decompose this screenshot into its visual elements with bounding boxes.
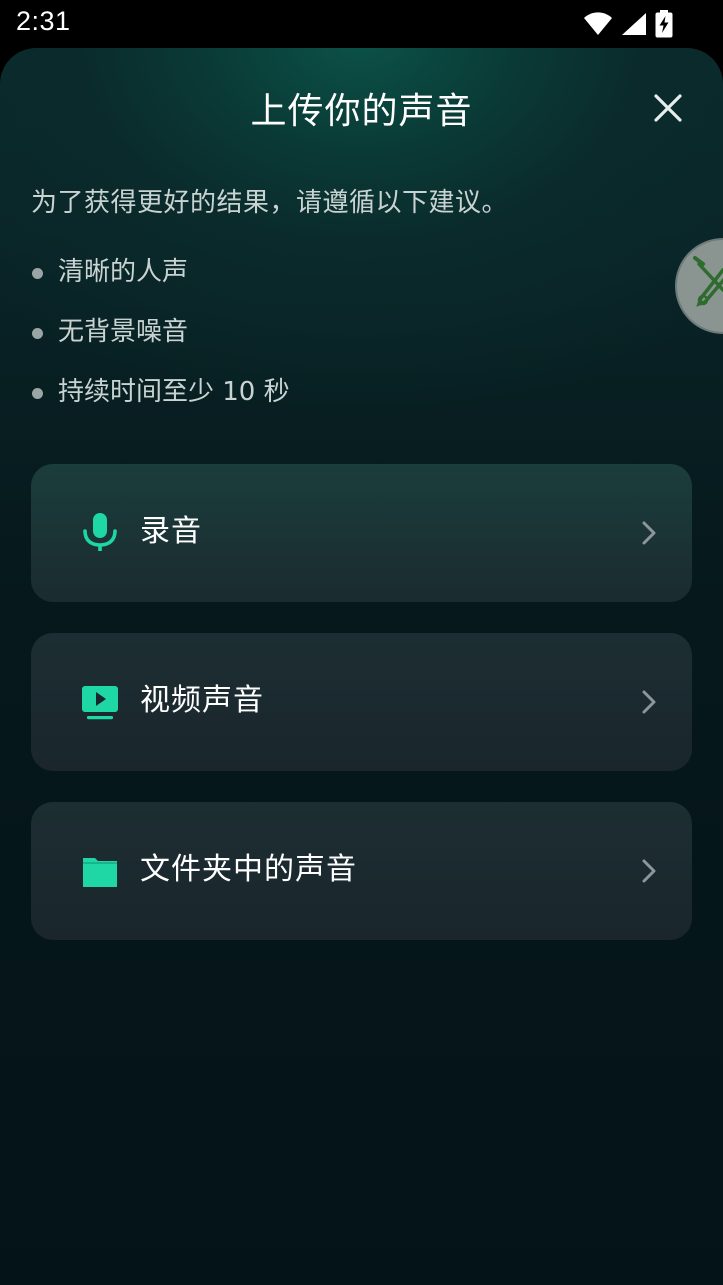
status-icons: [583, 10, 673, 38]
cell-signal-icon: [621, 12, 647, 36]
chevron-right-icon: [642, 521, 656, 545]
tip-text: 持续时间至少 10 秒: [58, 377, 290, 407]
microphone-icon: [83, 513, 117, 551]
tip-text: 无背景噪音: [58, 317, 189, 347]
folder-sound-option[interactable]: 文件夹中的声音: [31, 802, 692, 940]
tip-item: 清晰的人声: [30, 254, 290, 314]
status-time: 2:31: [16, 6, 71, 36]
tip-text: 清晰的人声: [58, 257, 189, 287]
record-option[interactable]: 录音: [31, 464, 692, 602]
record-option-label: 录音: [140, 514, 202, 549]
chevron-right-icon: [642, 690, 656, 714]
bullet-dot: [32, 328, 43, 339]
chevron-right-icon: [642, 859, 656, 883]
battery-charging-icon: [655, 10, 673, 38]
video-sound-option-label: 视频声音: [140, 683, 264, 718]
tips-list: 清晰的人声 无背景噪音 持续时间至少 10 秒: [30, 254, 290, 434]
screen: 2:31 上传你的声音 为了获得更好的结果，请遵循以下建议。 清晰的人声 无背景…: [0, 0, 723, 1285]
bullet-dot: [32, 388, 43, 399]
tip-item: 无背景噪音: [30, 314, 290, 374]
folder-icon: [83, 858, 117, 887]
video-sound-option[interactable]: 视频声音: [31, 633, 692, 771]
bullet-dot: [32, 268, 43, 279]
close-button[interactable]: [648, 88, 688, 128]
video-icon: [82, 686, 118, 720]
folder-sound-option-label: 文件夹中的声音: [140, 852, 357, 887]
tip-item: 持续时间至少 10 秒: [30, 374, 290, 434]
wifi-icon: [583, 12, 613, 36]
upload-voice-sheet: 上传你的声音 为了获得更好的结果，请遵循以下建议。 清晰的人声 无背景噪音 持续…: [0, 48, 723, 1285]
sheet-title: 上传你的声音: [250, 91, 473, 132]
status-bar: 2:31: [0, 0, 723, 48]
close-icon: [654, 94, 682, 122]
intro-text: 为了获得更好的结果，请遵循以下建议。: [31, 188, 509, 218]
